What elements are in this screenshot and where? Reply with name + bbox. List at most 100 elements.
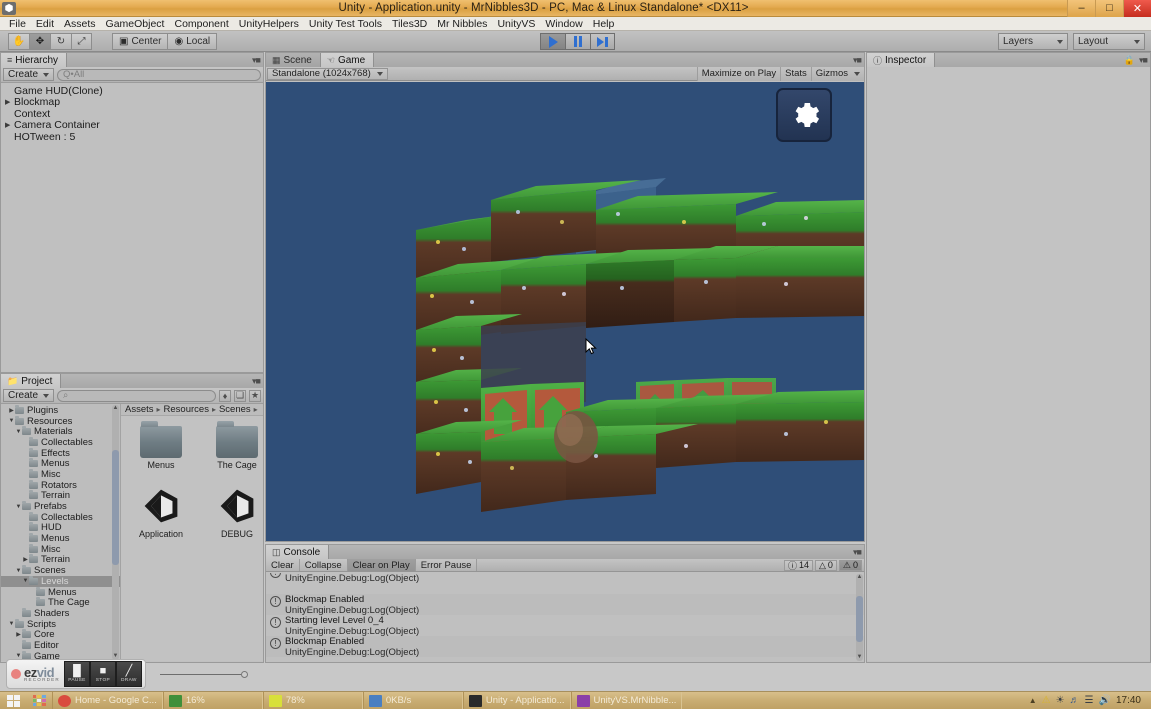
menu-item-edit[interactable]: Edit [31, 17, 59, 31]
asset-item[interactable]: DEBUG [211, 488, 263, 539]
hierarchy-item[interactable]: HOTween : 5 [1, 131, 263, 143]
twisty-icon[interactable]: ▶ [8, 407, 15, 414]
pivot-rotation-button[interactable]: ◉ Local [168, 33, 217, 50]
console-scrollbar[interactable]: ▲ ▼ [856, 574, 863, 661]
project-search-input[interactable]: ⌕ [57, 390, 216, 402]
twisty-icon[interactable]: ▼ [15, 504, 22, 510]
breadcrumb-item[interactable]: Scenes [219, 404, 251, 415]
asset-item[interactable]: Application [135, 488, 187, 539]
console-log-row[interactable]: !Blockmap EnabledUnityEngine.Debug:Log(O… [266, 594, 864, 615]
stats-toggle[interactable]: Stats [780, 67, 811, 81]
project-tree-item[interactable]: Collectables [1, 512, 120, 523]
project-tree-item[interactable]: ▼Materials [1, 426, 120, 437]
lock-icon[interactable]: 🔒 [1124, 55, 1134, 66]
tab-game[interactable]: ☜ Game [321, 53, 374, 67]
pause-button[interactable] [565, 33, 590, 50]
console-clear-button[interactable]: Clear [266, 559, 300, 571]
close-button[interactable]: ✕ [1123, 0, 1151, 17]
project-tree-item[interactable]: ▼Resources [1, 416, 120, 427]
tab-inspector[interactable]: ⓘ Inspector [867, 53, 935, 67]
twisty-icon[interactable]: ▶ [15, 631, 22, 638]
favorites-icon[interactable]: ★ [249, 390, 261, 402]
menu-item-gameobject[interactable]: GameObject [101, 17, 170, 31]
project-tree-item[interactable]: Menus [1, 533, 120, 544]
taskbar-item[interactable]: Unity - Applicatio... [463, 692, 571, 709]
expand-arrow-icon[interactable]: ▶ [5, 98, 14, 106]
menu-item-mr-nibbles[interactable]: Mr Nibbles [432, 17, 492, 31]
apps-button[interactable] [26, 692, 52, 709]
menu-item-file[interactable]: File [4, 17, 31, 31]
error-count[interactable]: ⚠ 0 [839, 560, 862, 571]
console-log-row[interactable]: !Starting level Level 0_4UnityEngine.Deb… [266, 615, 864, 636]
menu-item-component[interactable]: Component [169, 17, 233, 31]
maximize-button[interactable]: □ [1095, 0, 1123, 17]
pivot-center-button[interactable]: ▣ Center [112, 33, 168, 50]
twisty-icon[interactable]: ▼ [8, 418, 15, 424]
panel-options-icon[interactable]: ▾■ [853, 547, 861, 558]
asset-item[interactable]: Menus [135, 426, 187, 470]
scale-tool[interactable]: ⤢ [71, 33, 92, 50]
panel-options-icon[interactable]: ▾■ [252, 376, 260, 387]
panel-options-icon[interactable]: ▾■ [853, 55, 861, 66]
taskbar-item[interactable]: UnityVS.MrNibble... [571, 692, 683, 709]
speaker-icon[interactable]: 🔊 [1099, 695, 1111, 706]
menu-item-unity-test-tools[interactable]: Unity Test Tools [304, 17, 387, 31]
recorder-stop-button[interactable]: ■STOP [90, 661, 116, 687]
project-tree-item[interactable]: ▼Levels [1, 576, 120, 587]
menu-item-unityvs[interactable]: UnityVS [492, 17, 540, 31]
volume-icon[interactable]: ♬ [1070, 695, 1080, 706]
hand-tool[interactable]: ✋ [8, 33, 29, 50]
project-create-button[interactable]: Create [3, 389, 54, 402]
tab-console[interactable]: ◫ Console [266, 545, 329, 559]
twisty-icon[interactable]: ▼ [15, 429, 22, 435]
layers-dropdown[interactable]: Layers [998, 33, 1068, 50]
warning-count[interactable]: △ 0 [815, 560, 837, 571]
breadcrumb-item[interactable]: Resources [164, 404, 209, 415]
tab-scene[interactable]: ▦ Scene [266, 53, 321, 67]
taskbar-item[interactable]: Home - Google C... [52, 692, 163, 709]
project-tree-item[interactable]: ▼Scenes [1, 565, 120, 576]
step-button[interactable] [590, 33, 615, 50]
taskbar-item[interactable]: 0KB/s [363, 692, 463, 709]
rotate-tool[interactable]: ↻ [50, 33, 71, 50]
console-log-list[interactable]: !UnityEngine.Debug:Log(Object)!Blockmap … [266, 573, 864, 662]
info-count[interactable]: ⓘ 14 [784, 560, 813, 571]
project-tree-item[interactable]: ▶Terrain [1, 555, 120, 566]
project-tree-item[interactable]: Shaders [1, 608, 120, 619]
project-tree-item[interactable]: The Cage [1, 597, 120, 608]
twisty-icon[interactable]: ▼ [15, 568, 22, 574]
breadcrumb-item[interactable]: Assets [125, 404, 154, 415]
clock[interactable]: 17:40 [1116, 695, 1145, 706]
project-tree-item[interactable]: Collectables [1, 437, 120, 448]
expand-arrow-icon[interactable]: ▶ [5, 121, 14, 129]
signal-icon[interactable]: ☰ [1085, 695, 1094, 706]
move-tool[interactable]: ✥ [29, 33, 50, 50]
menu-item-assets[interactable]: Assets [59, 17, 101, 31]
project-tree-item[interactable]: ▼Prefabs [1, 501, 120, 512]
console-clear-on-play-button[interactable]: Clear on Play [348, 559, 416, 571]
menu-item-window[interactable]: Window [540, 17, 587, 31]
project-tree-item[interactable]: Menus [1, 458, 120, 469]
console-log-row[interactable]: !UnityEngine.Debug:Log(Object) [266, 573, 864, 594]
recorder-pause-button[interactable]: ▐▌PAUSE [64, 661, 90, 687]
minimize-button[interactable]: – [1067, 0, 1095, 17]
show-hidden-icon[interactable]: ▲ [1029, 696, 1037, 705]
warning-icon[interactable]: ⚠ [1042, 695, 1051, 706]
hierarchy-search-input[interactable]: Q•All [57, 69, 261, 81]
start-button[interactable] [0, 692, 26, 709]
project-tree-item[interactable]: Rotators [1, 480, 120, 491]
filter-label-icon[interactable]: ❏ [234, 390, 246, 402]
recorder-draw-button[interactable]: ╱DRAW [116, 661, 142, 687]
hierarchy-item[interactable]: ▶Blockmap [1, 97, 263, 109]
play-button[interactable] [540, 33, 565, 50]
project-tree-item[interactable]: ▶Plugins [1, 405, 120, 416]
tab-project[interactable]: 📁 Project [1, 374, 61, 388]
project-tree-item[interactable]: Effects [1, 448, 120, 459]
resolution-dropdown[interactable]: Standalone (1024x768) [267, 68, 388, 80]
gizmos-dropdown[interactable]: Gizmos [811, 67, 864, 81]
hierarchy-item[interactable]: ▶Camera Container [1, 120, 263, 132]
twisty-icon[interactable]: ▶ [22, 556, 29, 563]
menu-item-unityhelpers[interactable]: UnityHelpers [234, 17, 304, 31]
project-tree-item[interactable]: HUD [1, 523, 120, 534]
hierarchy-create-button[interactable]: Create [3, 68, 54, 81]
